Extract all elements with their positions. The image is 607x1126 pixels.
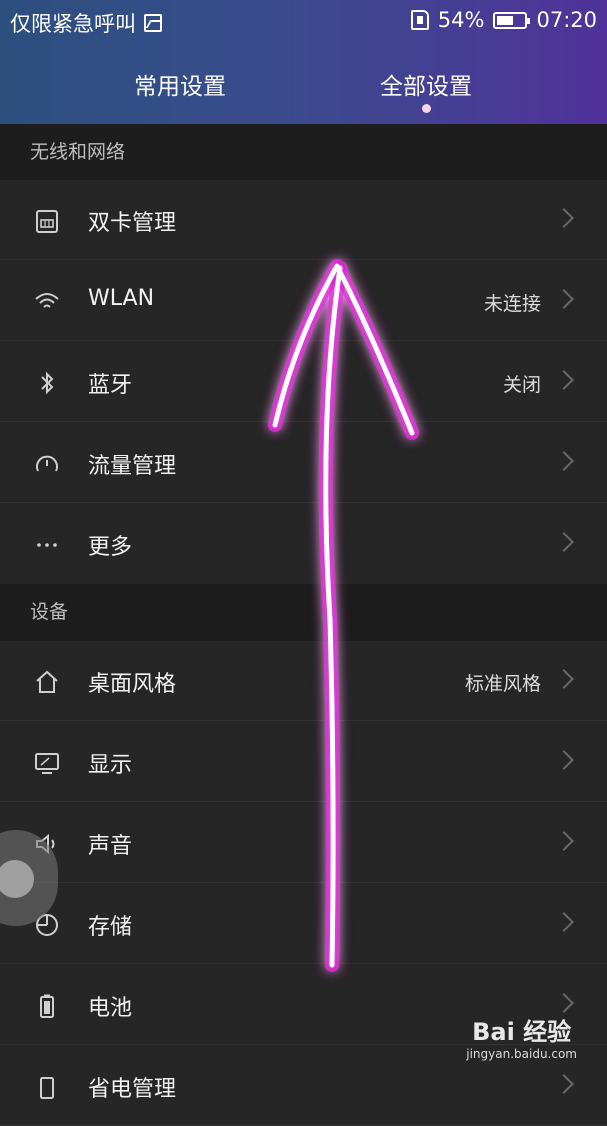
settings-row-label: 流量管理	[88, 454, 177, 479]
chevron-right-icon	[554, 912, 574, 932]
watermark-url: jingyan.baidu.com	[466, 1047, 577, 1061]
header: 仅限紧急呼叫 54% 07:20 常用设置 全部设置	[0, 0, 607, 124]
chevron-right-icon	[554, 993, 574, 1013]
status-bar: 仅限紧急呼叫 54% 07:20	[0, 0, 607, 44]
tab-all-settings[interactable]: 全部设置	[326, 67, 526, 101]
bluetooth-icon	[41, 371, 54, 395]
chevron-right-icon	[554, 370, 574, 390]
settings-row-display[interactable]: 显示	[0, 722, 607, 802]
settings-row-value: 关闭	[502, 374, 541, 396]
data-usage-icon	[36, 455, 58, 472]
chevron-right-icon	[554, 532, 574, 552]
chevron-right-icon	[554, 1074, 574, 1094]
settings-row-label: 显示	[88, 753, 133, 778]
settings-row-label: WLAN	[88, 286, 155, 311]
settings-row-storage[interactable]: 存储	[0, 884, 607, 964]
chevron-right-icon	[554, 669, 574, 689]
settings-row-label: 存储	[88, 915, 133, 940]
settings-row-data-usage[interactable]: 流量管理	[0, 423, 607, 503]
sim-status-icon	[410, 10, 429, 30]
carrier-text: 仅限紧急呼叫	[10, 12, 136, 36]
section-header-device: 设备	[0, 584, 607, 641]
settings-row-label: 桌面风格	[88, 672, 177, 697]
settings-row-label: 蓝牙	[88, 373, 133, 398]
battery-status-icon	[493, 11, 531, 29]
more-icon	[37, 543, 57, 547]
chevron-right-icon	[554, 451, 574, 471]
watermark-logo: Bai 经验	[472, 1018, 572, 1046]
wifi-icon	[35, 293, 59, 308]
chevron-right-icon	[554, 831, 574, 851]
power-saving-icon	[40, 1077, 54, 1099]
settings-row-sound[interactable]: 声音	[0, 803, 607, 883]
settings-row-label: 双卡管理	[88, 211, 177, 236]
settings-row-label: 省电管理	[88, 1077, 177, 1102]
tab-active-indicator	[422, 104, 431, 113]
settings-row-bluetooth[interactable]: 蓝牙 关闭	[0, 342, 607, 422]
baidu-watermark: Bai 经验 jingyan.baidu.com	[466, 1012, 577, 1061]
settings-row-label: 声音	[88, 834, 133, 859]
sim-card-icon	[36, 210, 58, 233]
settings-row-home-style[interactable]: 桌面风格 标准风格	[0, 641, 607, 721]
settings-row-value: 未连接	[483, 293, 541, 315]
clock: 07:20	[536, 8, 597, 32]
settings-row-wlan[interactable]: WLAN 未连接	[0, 261, 607, 341]
settings-row-label: 更多	[88, 535, 133, 560]
battery-percent: 54%	[437, 8, 485, 32]
settings-row-label: 电池	[88, 996, 133, 1021]
image-notification-icon	[144, 14, 162, 32]
chevron-right-icon	[554, 750, 574, 770]
tab-common-settings[interactable]: 常用设置	[80, 67, 280, 101]
battery-icon	[40, 994, 54, 1018]
settings-row-more[interactable]: 更多	[0, 504, 607, 584]
home-icon	[36, 670, 58, 693]
section-header-wireless: 无线和网络	[0, 124, 607, 180]
display-icon	[35, 753, 59, 774]
chevron-right-icon	[554, 208, 574, 228]
chevron-right-icon	[554, 289, 574, 309]
settings-row-value: 标准风格	[464, 673, 541, 695]
settings-row-dual-sim[interactable]: 双卡管理	[0, 180, 607, 260]
